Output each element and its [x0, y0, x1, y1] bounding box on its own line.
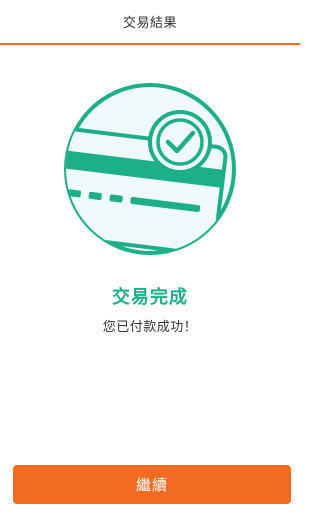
result-message: 您已付款成功！ [102, 320, 198, 335]
header-bar: 交易結果 [0, 0, 300, 45]
page-title: 交易結果 [122, 16, 177, 31]
continue-button[interactable]: 繼續 [13, 465, 291, 504]
result-title: 交易完成 [112, 287, 188, 308]
card-check-icon [64, 83, 236, 255]
payment-success-illustration [62, 81, 238, 257]
